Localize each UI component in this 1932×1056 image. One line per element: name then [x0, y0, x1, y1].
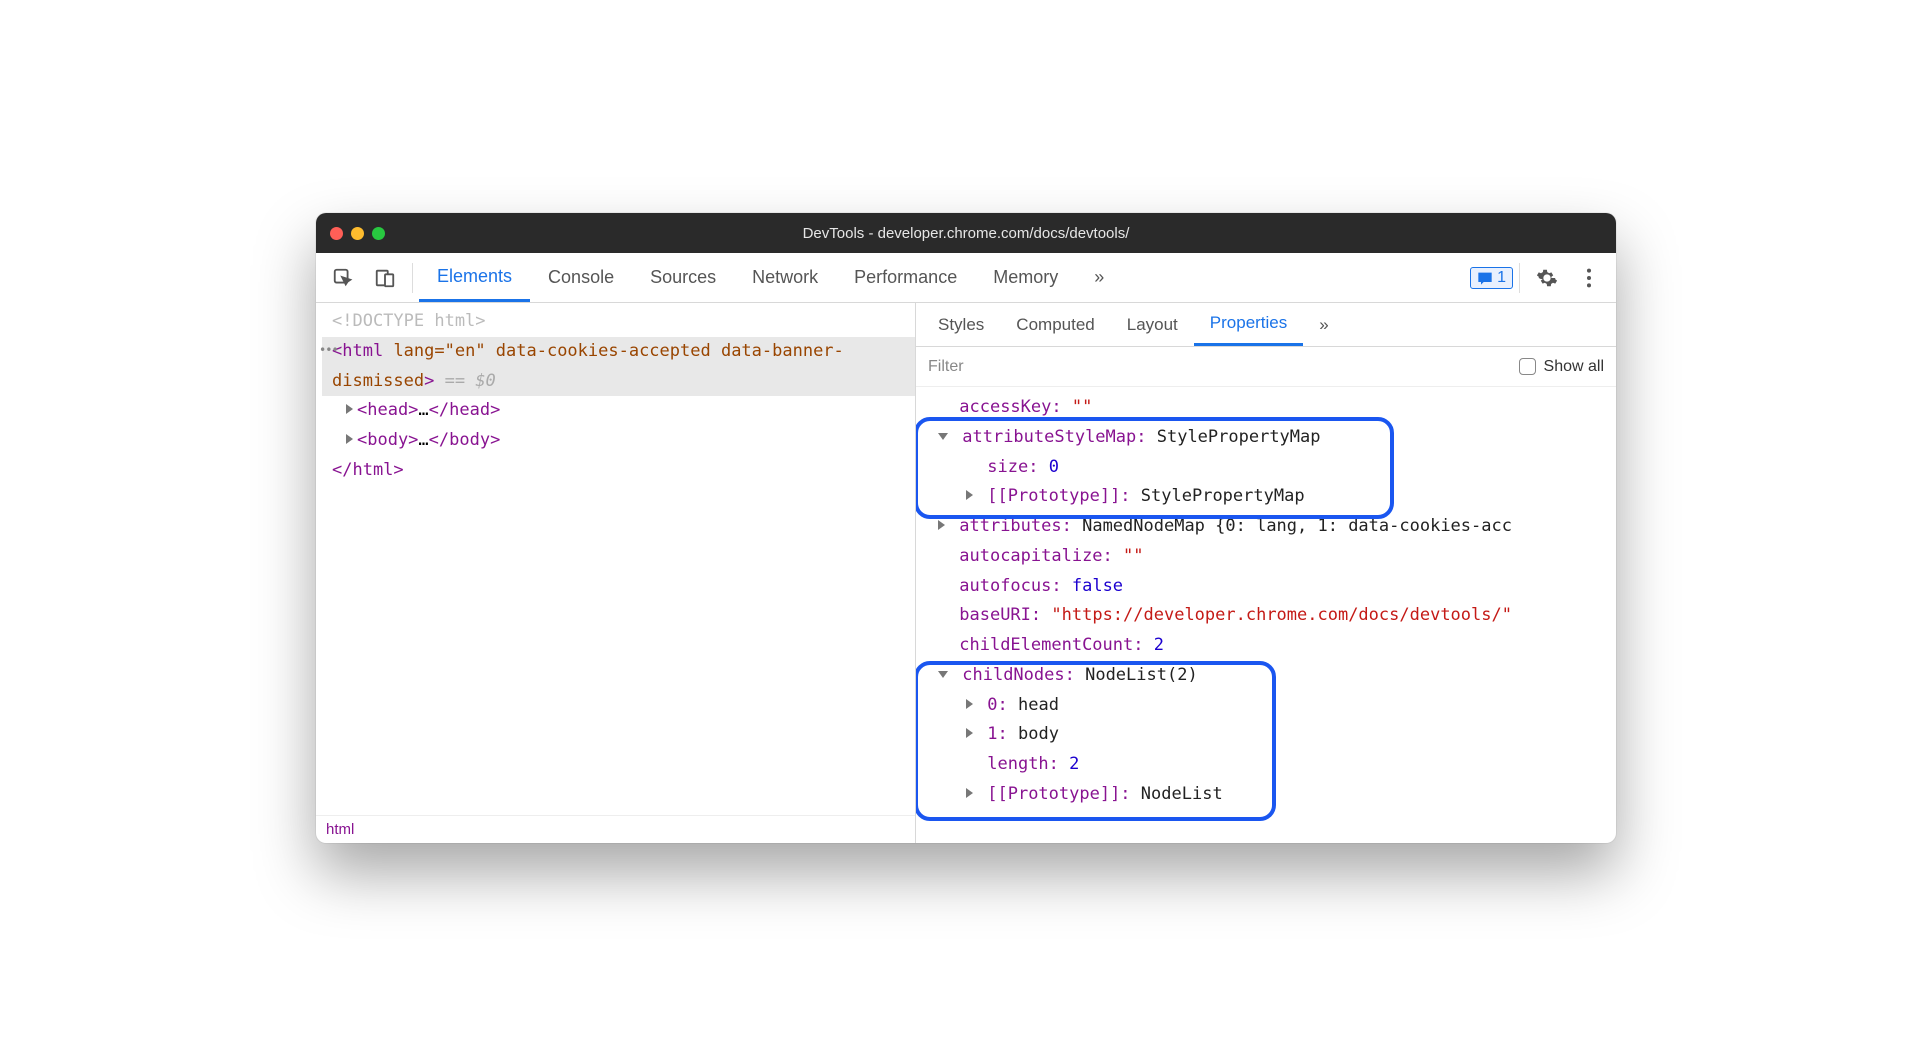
prop-childnodes[interactable]: childNodes: NodeList(2)	[918, 661, 1612, 691]
filter-bar: Filter Show all	[916, 347, 1616, 387]
tab-console[interactable]: Console	[530, 253, 632, 302]
minimize-icon[interactable]	[351, 227, 364, 240]
expand-icon[interactable]	[346, 434, 353, 444]
close-icon[interactable]	[330, 227, 343, 240]
tab-elements[interactable]: Elements	[419, 253, 530, 302]
prop-autocapitalize[interactable]: autocapitalize: ""	[918, 542, 1612, 572]
prop-childnodes-0[interactable]: 0: head	[918, 691, 1612, 721]
selection-dots-icon: •••	[319, 340, 338, 361]
prop-size[interactable]: size: 0	[918, 453, 1612, 483]
separator	[412, 263, 413, 293]
issues-count: 1	[1497, 269, 1506, 287]
traffic-lights	[330, 227, 385, 240]
dom-html-close[interactable]: </html>	[322, 456, 915, 486]
devtools-window: DevTools - developer.chrome.com/docs/dev…	[316, 213, 1616, 843]
collapse-icon[interactable]	[938, 671, 948, 678]
window-title: DevTools - developer.chrome.com/docs/dev…	[316, 225, 1616, 242]
tab-network[interactable]: Network	[734, 253, 836, 302]
show-all-label: Show all	[1544, 358, 1604, 376]
issues-badge[interactable]: 1	[1470, 267, 1513, 289]
expand-icon[interactable]	[966, 699, 973, 709]
maximize-icon[interactable]	[372, 227, 385, 240]
show-all-checkbox[interactable]	[1519, 358, 1536, 375]
prop-childnodes-prototype[interactable]: [[Prototype]]: NodeList	[918, 780, 1612, 810]
tab-more-icon[interactable]: »	[1076, 253, 1122, 302]
prop-baseuri[interactable]: baseURI: "https://developer.chrome.com/d…	[918, 601, 1612, 631]
prop-attributestylemap[interactable]: attributeStyleMap: StylePropertyMap	[918, 423, 1612, 453]
expand-icon[interactable]	[346, 404, 353, 414]
content-area: <!DOCTYPE html> ••• <html lang="en" data…	[316, 303, 1616, 843]
expand-icon[interactable]	[966, 788, 973, 798]
tab-more-icon[interactable]: »	[1303, 303, 1344, 346]
crumb-html[interactable]: html	[326, 821, 354, 838]
prop-childnodes-length[interactable]: length: 2	[918, 750, 1612, 780]
tab-layout[interactable]: Layout	[1111, 303, 1194, 346]
prop-accesskey[interactable]: accessKey: ""	[918, 393, 1612, 423]
filter-input[interactable]: Filter	[928, 358, 964, 376]
expand-icon[interactable]	[966, 728, 973, 738]
expand-icon[interactable]	[966, 490, 973, 500]
dom-html-open[interactable]: ••• <html lang="en" data-cookies-accepte…	[322, 337, 915, 397]
tab-styles[interactable]: Styles	[922, 303, 1000, 346]
tab-sources[interactable]: Sources	[632, 253, 734, 302]
gear-icon[interactable]	[1526, 258, 1568, 298]
properties-list[interactable]: accessKey: "" attributeStyleMap: StylePr…	[916, 387, 1616, 843]
titlebar: DevTools - developer.chrome.com/docs/dev…	[316, 213, 1616, 253]
main-tab-bar: Elements Console Sources Network Perform…	[316, 253, 1616, 303]
dom-head[interactable]: <head>…</head>	[322, 396, 915, 426]
menu-icon[interactable]	[1568, 258, 1610, 298]
separator	[1519, 263, 1520, 293]
prop-childelementcount[interactable]: childElementCount: 2	[918, 631, 1612, 661]
breadcrumb[interactable]: html	[316, 815, 915, 843]
dom-tree[interactable]: <!DOCTYPE html> ••• <html lang="en" data…	[316, 303, 915, 815]
tab-memory[interactable]: Memory	[975, 253, 1076, 302]
tab-performance[interactable]: Performance	[836, 253, 975, 302]
sidebar-panel: Styles Computed Layout Properties » Filt…	[916, 303, 1616, 843]
dom-doctype[interactable]: <!DOCTYPE html>	[322, 307, 915, 337]
tab-computed[interactable]: Computed	[1000, 303, 1110, 346]
tab-properties[interactable]: Properties	[1194, 303, 1303, 346]
sidebar-tab-bar: Styles Computed Layout Properties »	[916, 303, 1616, 347]
prop-autofocus[interactable]: autofocus: false	[918, 572, 1612, 602]
inspect-icon[interactable]	[322, 258, 364, 298]
dom-body[interactable]: <body>…</body>	[322, 426, 915, 456]
expand-icon[interactable]	[938, 520, 945, 530]
device-toggle-icon[interactable]	[364, 258, 406, 298]
prop-prototype[interactable]: [[Prototype]]: StylePropertyMap	[918, 482, 1612, 512]
prop-attributes[interactable]: attributes: NamedNodeMap {0: lang, 1: da…	[918, 512, 1612, 542]
elements-panel: <!DOCTYPE html> ••• <html lang="en" data…	[316, 303, 916, 843]
prop-childnodes-1[interactable]: 1: body	[918, 720, 1612, 750]
collapse-icon[interactable]	[938, 433, 948, 440]
